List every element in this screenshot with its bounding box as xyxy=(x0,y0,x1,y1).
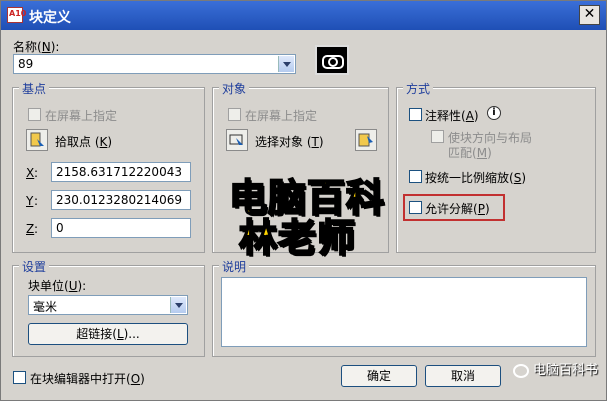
open-in-editor-checkbox[interactable] xyxy=(13,371,26,384)
pick-point-icon xyxy=(30,132,44,147)
app-icon-label: A10 xyxy=(9,9,27,18)
name-label-text: 名称 xyxy=(13,40,38,54)
hyperlink-button[interactable]: 超链接(L)... xyxy=(28,323,188,345)
open-in-editor-text: 在块编辑器中打开 xyxy=(30,372,127,386)
match-orientation-checkbox[interactable] xyxy=(431,130,444,143)
cancel-button[interactable]: 取消 xyxy=(425,365,501,387)
scale-uniformly-text: 按统一比例缩放 xyxy=(425,171,510,185)
block-unit-hotkey: U xyxy=(68,279,78,293)
select-objects-text: 选择对象 xyxy=(255,135,304,149)
pick-point-text: 拾取点 xyxy=(55,135,92,149)
annotative-text: 注释性 xyxy=(425,109,462,123)
quick-select-button[interactable] xyxy=(355,129,377,151)
logo-icon xyxy=(512,363,529,378)
select-objects-hotkey: T xyxy=(311,135,319,149)
corner-watermark-text: 电脑百科书 xyxy=(532,363,598,378)
name-value: 89 xyxy=(18,57,34,71)
info-icon[interactable]: i xyxy=(487,106,501,120)
x-colon: : xyxy=(34,166,39,180)
close-button[interactable]: ✕ xyxy=(579,5,600,25)
allow-exploding-checkbox[interactable] xyxy=(409,201,422,214)
allow-exploding-text: 允许分解 xyxy=(425,202,474,216)
pick-point-label[interactable]: 拾取点 (K) xyxy=(55,133,112,150)
description-textarea[interactable] xyxy=(221,277,587,347)
objects-specify-on-screen-checkbox[interactable] xyxy=(228,108,241,121)
scale-uniformly-hotkey: S xyxy=(513,171,522,185)
block-unit-text: 块单位 xyxy=(28,279,65,293)
block-definition-dialog: A10 块定义 ✕ 名称(N): 89 基点 在屏幕上指定 拾取点 (K) X … xyxy=(0,0,607,401)
y-colon: : xyxy=(34,194,39,208)
x-input[interactable]: 2158.631712220043 xyxy=(51,162,191,182)
corner-watermark: 电脑百科书 xyxy=(512,359,598,378)
annotative-checkbox[interactable] xyxy=(409,108,422,121)
z-label: Z xyxy=(26,222,35,236)
objects-title: 对象 xyxy=(219,80,250,97)
ok-button[interactable]: 确定 xyxy=(341,365,417,387)
pick-point-hotkey: K xyxy=(99,135,108,149)
chevron-down-icon[interactable] xyxy=(170,297,186,313)
open-in-editor-hotkey: O xyxy=(130,372,141,386)
select-objects-label[interactable]: 选择对象 (T) xyxy=(255,133,324,150)
annotative-hotkey: A xyxy=(465,109,474,123)
block-preview-image xyxy=(315,45,349,75)
base-specify-on-screen-label: 在屏幕上指定 xyxy=(45,109,118,123)
block-unit-value: 毫米 xyxy=(33,300,58,314)
pick-point-button[interactable] xyxy=(26,129,48,151)
match-orientation-label-2: 匹配(M) xyxy=(448,146,492,160)
select-objects-button[interactable] xyxy=(226,129,248,151)
title-bar[interactable]: A10 块定义 ✕ xyxy=(1,1,606,30)
block-unit-select[interactable]: 毫米 xyxy=(28,295,188,315)
settings-title: 设置 xyxy=(19,258,50,275)
match-orientation-hotkey: M xyxy=(476,146,488,160)
annotative-label: 注释性(A) xyxy=(425,109,479,123)
chevron-down-icon[interactable] xyxy=(278,56,294,72)
objects-specify-on-screen-label: 在屏幕上指定 xyxy=(245,109,318,123)
z-input[interactable]: 0 xyxy=(51,218,191,238)
name-label: 名称(N): xyxy=(13,40,60,54)
app-icon: A10 xyxy=(7,7,27,23)
quick-select-icon xyxy=(358,133,373,147)
match-orientation-text-2: 匹配 xyxy=(448,146,473,160)
hyperlink-hotkey: L xyxy=(116,327,124,341)
select-objects-icon xyxy=(229,134,243,145)
base-point-title: 基点 xyxy=(19,80,50,97)
name-hotkey: N xyxy=(41,40,51,54)
allow-exploding-label: 允许分解(P) xyxy=(425,202,490,216)
allow-exploding-hotkey: P xyxy=(477,202,485,216)
behavior-title: 方式 xyxy=(403,80,434,97)
scale-uniformly-checkbox[interactable] xyxy=(409,170,422,183)
z-colon: : xyxy=(34,222,39,236)
close-icon: ✕ xyxy=(583,6,596,22)
x-label: X xyxy=(26,166,35,180)
scale-uniformly-label: 按统一比例缩放(S) xyxy=(425,171,527,185)
watermark-line-2: 林老师 xyxy=(238,215,357,261)
block-unit-label: 块单位(U): xyxy=(28,279,87,293)
base-specify-on-screen-checkbox[interactable] xyxy=(28,108,41,121)
name-combobox[interactable]: 89 xyxy=(13,54,296,74)
y-input[interactable]: 230.0123280214069 xyxy=(51,190,191,210)
open-in-editor-label: 在块编辑器中打开(O) xyxy=(30,372,145,386)
y-label: Y xyxy=(26,194,34,208)
window-title: 块定义 xyxy=(29,10,71,26)
hyperlink-text: 超链接 xyxy=(76,327,113,341)
